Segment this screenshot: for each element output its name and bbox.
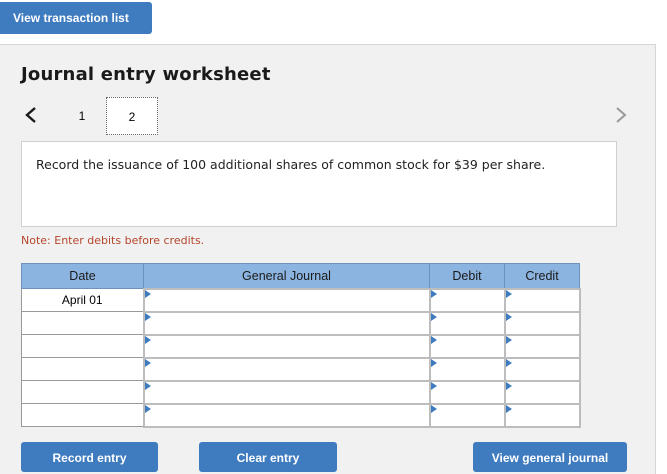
credit-cell[interactable] bbox=[503, 402, 581, 428]
credit-cell[interactable] bbox=[503, 310, 581, 336]
date-cell[interactable] bbox=[21, 311, 144, 335]
credit-input[interactable] bbox=[505, 289, 579, 311]
debit-input[interactable] bbox=[430, 404, 504, 426]
chevron-right-icon[interactable] bbox=[612, 104, 630, 126]
date-cell[interactable] bbox=[21, 403, 144, 427]
table-header-row: Date General Journal Debit Credit bbox=[21, 263, 580, 289]
table-row bbox=[21, 310, 581, 336]
account-input[interactable] bbox=[144, 358, 429, 380]
date-cell[interactable]: April 01 bbox=[21, 288, 144, 312]
chevron-left-icon[interactable] bbox=[22, 104, 40, 126]
credit-input[interactable] bbox=[505, 404, 579, 426]
view-transaction-list-button[interactable]: View transaction list bbox=[0, 2, 152, 34]
table-row bbox=[21, 356, 581, 382]
credit-input[interactable] bbox=[505, 358, 579, 380]
credit-cell[interactable] bbox=[503, 287, 581, 313]
page-1-link[interactable]: 1 bbox=[71, 105, 93, 127]
account-cell[interactable] bbox=[142, 402, 431, 428]
credit-cell[interactable] bbox=[503, 333, 581, 359]
credit-input[interactable] bbox=[505, 381, 579, 403]
debit-input[interactable] bbox=[430, 358, 504, 380]
header-general-journal: General Journal bbox=[143, 263, 430, 289]
table-row bbox=[21, 379, 581, 405]
note-text: Note: Enter debits before credits. bbox=[21, 234, 205, 247]
debit-input[interactable] bbox=[430, 312, 504, 334]
account-input[interactable] bbox=[144, 289, 429, 311]
credit-input[interactable] bbox=[505, 312, 579, 334]
table-row bbox=[21, 333, 581, 359]
account-input[interactable] bbox=[144, 335, 429, 357]
debit-cell[interactable] bbox=[428, 356, 506, 382]
debit-cell[interactable] bbox=[428, 287, 506, 313]
account-input[interactable] bbox=[144, 312, 429, 334]
page-2-current[interactable]: 2 bbox=[106, 97, 158, 135]
account-cell[interactable] bbox=[142, 333, 431, 359]
header-debit: Debit bbox=[429, 263, 505, 289]
debit-cell[interactable] bbox=[428, 333, 506, 359]
instruction-box: Record the issuance of 100 additional sh… bbox=[21, 141, 617, 227]
header-credit: Credit bbox=[504, 263, 580, 289]
credit-cell[interactable] bbox=[503, 379, 581, 405]
worksheet-title: Journal entry worksheet bbox=[21, 64, 271, 85]
debit-input[interactable] bbox=[430, 335, 504, 357]
account-cell[interactable] bbox=[142, 379, 431, 405]
debit-input[interactable] bbox=[430, 381, 504, 403]
date-cell[interactable] bbox=[21, 380, 144, 404]
debit-cell[interactable] bbox=[428, 310, 506, 336]
account-cell[interactable] bbox=[142, 356, 431, 382]
table-row: April 01 bbox=[21, 287, 581, 313]
header-date: Date bbox=[21, 263, 144, 289]
journal-table: Date General Journal Debit Credit April … bbox=[21, 263, 581, 428]
credit-input[interactable] bbox=[505, 335, 579, 357]
date-cell[interactable] bbox=[21, 334, 144, 358]
account-input[interactable] bbox=[144, 404, 429, 426]
debit-cell[interactable] bbox=[428, 379, 506, 405]
instruction-text: Record the issuance of 100 additional sh… bbox=[36, 157, 546, 172]
account-cell[interactable] bbox=[142, 287, 431, 313]
debit-input[interactable] bbox=[430, 289, 504, 311]
account-cell[interactable] bbox=[142, 310, 431, 336]
table-row bbox=[21, 402, 581, 428]
debit-cell[interactable] bbox=[428, 402, 506, 428]
credit-cell[interactable] bbox=[503, 356, 581, 382]
date-cell[interactable] bbox=[21, 357, 144, 381]
account-input[interactable] bbox=[144, 381, 429, 403]
